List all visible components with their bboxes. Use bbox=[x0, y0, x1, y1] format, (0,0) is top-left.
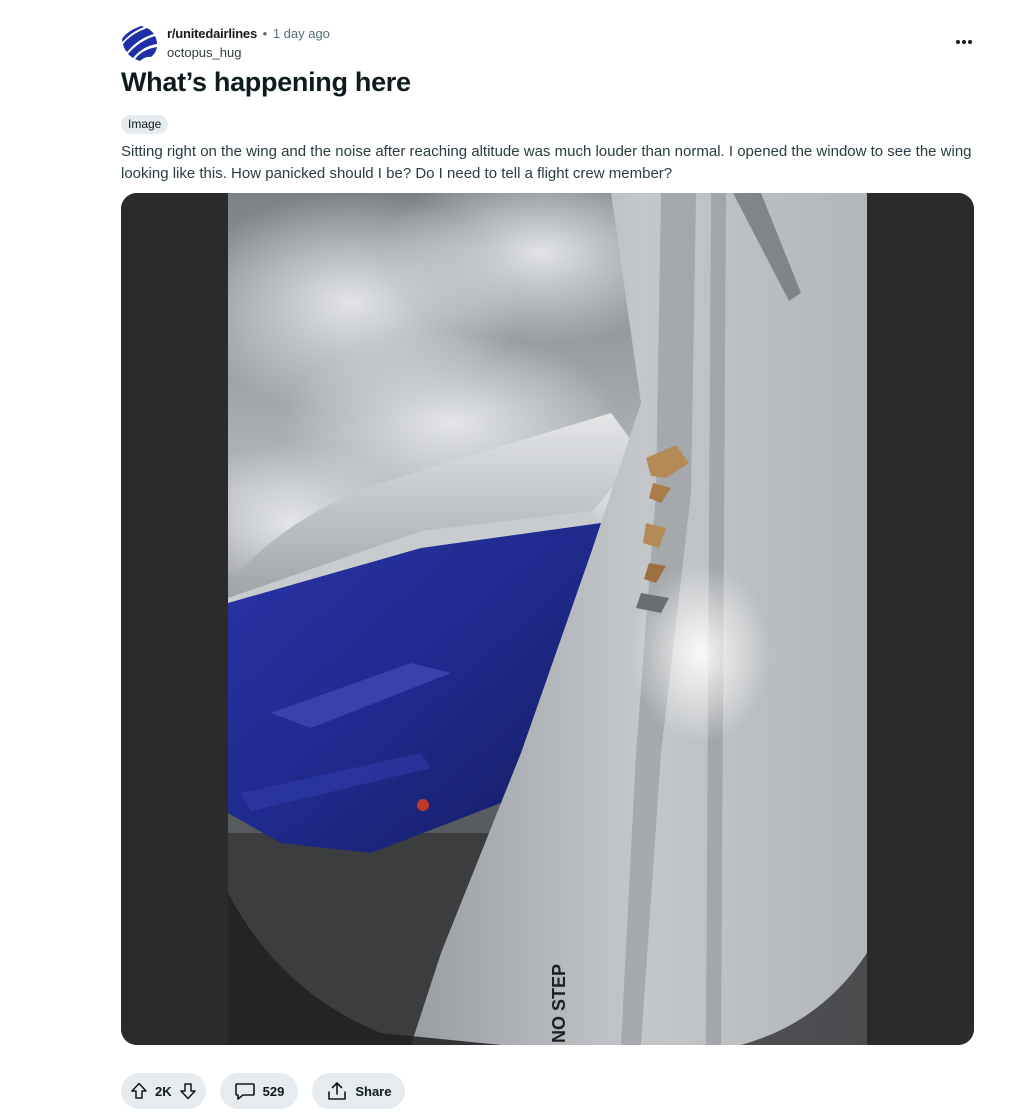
post-header: r/unitedairlines • 1 day ago octopus_hug bbox=[121, 22, 981, 62]
vote-controls: 2K bbox=[121, 1073, 206, 1109]
share-label: Share bbox=[355, 1083, 392, 1099]
post-card: r/unitedairlines • 1 day ago octopus_hug… bbox=[0, 0, 1024, 1119]
arrow-down-icon bbox=[179, 1083, 196, 1100]
subreddit-avatar[interactable] bbox=[121, 24, 158, 61]
post-body: Sitting right on the wing and the noise … bbox=[121, 143, 972, 182]
comment-bubble-icon bbox=[234, 1083, 255, 1100]
vote-count: 2K bbox=[155, 1083, 172, 1099]
post-timestamp: 1 day ago bbox=[272, 26, 330, 41]
meta-separator: • bbox=[262, 26, 268, 41]
arrow-up-icon bbox=[131, 1082, 147, 1099]
comment-count: 529 bbox=[262, 1083, 285, 1099]
post-flair[interactable]: Image bbox=[121, 115, 169, 134]
meta-top-line: r/unitedairlines • 1 day ago bbox=[167, 25, 330, 43]
united-globe-icon bbox=[121, 24, 158, 61]
post-title[interactable]: What’s happening here bbox=[121, 64, 411, 100]
more-icon-dot bbox=[968, 40, 973, 44]
more-icon-dot bbox=[962, 40, 966, 44]
upvote-button[interactable] bbox=[129, 1081, 149, 1101]
share-icon bbox=[328, 1082, 347, 1100]
subreddit-link[interactable]: r/unitedairlines bbox=[167, 26, 257, 41]
post-actions: 2K 529 Share bbox=[121, 1073, 406, 1109]
wing-photo: NO STEP bbox=[121, 193, 974, 1045]
post-image[interactable]: NO STEP bbox=[121, 193, 974, 1045]
more-icon bbox=[955, 40, 960, 44]
downvote-button[interactable] bbox=[178, 1081, 198, 1101]
no-step-label: NO STEP bbox=[549, 964, 569, 1043]
comments-button[interactable]: 529 bbox=[219, 1073, 299, 1109]
share-button[interactable]: Share bbox=[312, 1073, 406, 1109]
author-link[interactable]: octopus_hug bbox=[167, 44, 330, 62]
post-meta: r/unitedairlines • 1 day ago octopus_hug bbox=[167, 25, 330, 62]
more-options-button[interactable] bbox=[947, 28, 981, 56]
